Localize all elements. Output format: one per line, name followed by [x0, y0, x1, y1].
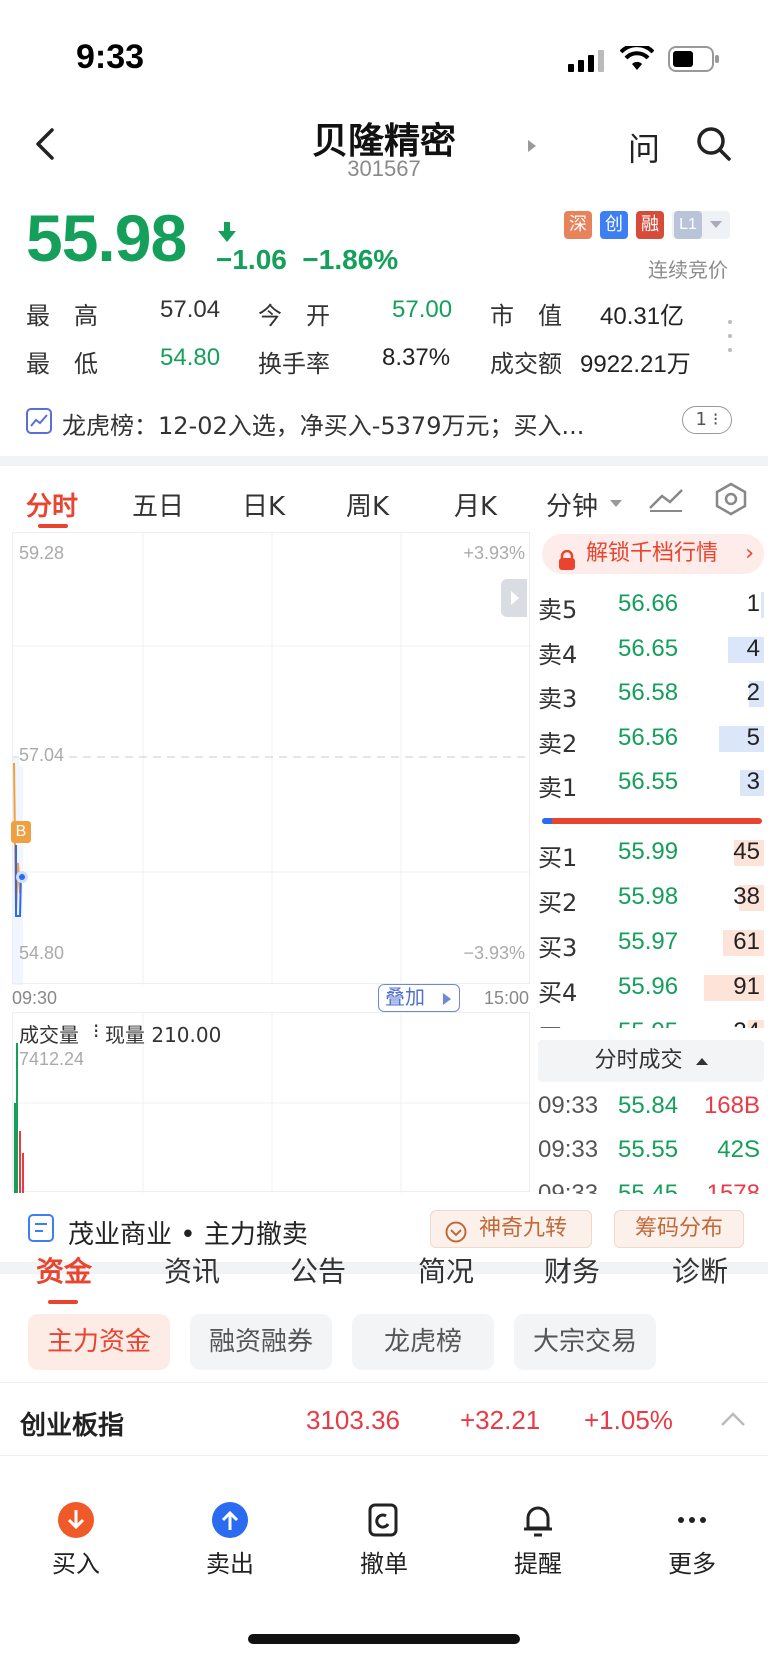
chip-distribution-button[interactable]: 筹码分布: [614, 1210, 744, 1248]
chip-item[interactable]: 主力资金: [28, 1314, 170, 1370]
chip-item[interactable]: 融资融券: [190, 1314, 332, 1370]
subtab-item[interactable]: 诊断: [672, 1250, 728, 1290]
subtab-item[interactable]: 简况: [418, 1250, 474, 1290]
nav-cancel-label: 撤单: [360, 1550, 408, 1578]
trade-price: 55.45: [618, 1180, 679, 1194]
more-dots-icon: [674, 1502, 710, 1538]
bell-icon: [520, 1502, 556, 1538]
bid-level-label: 买4: [538, 979, 578, 1007]
bid-row[interactable]: 买4 55.96 91: [538, 967, 764, 1009]
bid-level-label: 买1: [538, 844, 578, 872]
nav-buy[interactable]: 买入: [26, 1502, 126, 1579]
bid-row[interactable]: 买3 55.97 61: [538, 922, 764, 964]
bottom-nav: 买入 卖出 撤单 提醒 更多: [0, 1456, 768, 1663]
subtab-item[interactable]: 资金: [36, 1250, 92, 1290]
bid-volume: 38: [733, 883, 760, 910]
info-text[interactable]: 茂业商业 • 主力撤卖: [68, 1214, 308, 1251]
nav-sell-label: 卖出: [206, 1550, 254, 1578]
buy-arrow-icon: [58, 1502, 94, 1538]
subtab-active-indicator: [48, 1300, 78, 1304]
home-indicator: [248, 1634, 520, 1644]
subtab-item[interactable]: 公告: [290, 1250, 346, 1290]
bid-level-label: 买2: [538, 889, 578, 917]
volume-chart[interactable]: 成交量 ⁝ 现量 210.00 7412.24: [12, 1012, 531, 1193]
index-bar[interactable]: 创业板指 3103.36 +32.21 +1.05%: [0, 1382, 768, 1456]
trade-price: 55.84: [618, 1092, 679, 1119]
bid-row[interactable]: 买1 55.99 45: [538, 832, 764, 874]
index-name: 创业板指: [20, 1411, 125, 1441]
bid-price: 55.97: [618, 928, 679, 955]
section-divider: [0, 1262, 768, 1274]
nav-alert[interactable]: 提醒: [488, 1502, 588, 1579]
nav-buy-label: 买入: [52, 1550, 100, 1578]
subtab-item[interactable]: 资讯: [164, 1250, 220, 1290]
bid-level-label: 买5: [538, 1018, 577, 1028]
bid-volume: 61: [733, 928, 760, 955]
sell-arrow-icon: [212, 1502, 248, 1538]
bid-row[interactable]: 买2 55.98 38: [538, 877, 764, 919]
magic-nine-label: 神奇九转: [479, 1216, 568, 1241]
magic-nine-button[interactable]: 神奇九转: [430, 1210, 592, 1248]
bid-price: 55.95: [618, 1018, 678, 1028]
info-bar: 茂业商业 • 主力撤卖 神奇九转 筹码分布: [0, 1200, 768, 1256]
cancel-order-icon: [366, 1502, 402, 1538]
trade-volume: 168B: [703, 1092, 760, 1119]
volume-max: 7412.24: [19, 1049, 85, 1069]
bid-price: 55.98: [618, 883, 679, 910]
trade-volume: 42S: [717, 1136, 760, 1163]
bid-price: 55.96: [618, 973, 679, 1000]
bid-level-label: 买3: [538, 934, 578, 962]
bid-row[interactable]: 买5 55.95 24: [538, 1012, 764, 1028]
trade-time: 09:33: [538, 1180, 599, 1194]
trade-time: 09:33: [538, 1092, 599, 1119]
trade-volume: 1578: [706, 1180, 760, 1194]
check-circle-icon: [445, 1219, 467, 1243]
nav-alert-label: 提醒: [514, 1550, 562, 1578]
bid-volume: 45: [733, 838, 760, 865]
chip-item[interactable]: 龙虎榜: [352, 1314, 494, 1370]
nav-more-label: 更多: [668, 1550, 716, 1578]
trades-title: 分时成交: [594, 1048, 683, 1073]
bid-price: 55.99: [618, 838, 679, 865]
trades-header[interactable]: 分时成交: [538, 1040, 764, 1082]
document-icon: [28, 1214, 54, 1242]
trade-time: 09:33: [538, 1136, 599, 1163]
chip-distribution-label: 筹码分布: [634, 1216, 723, 1241]
index-change: +32.21: [460, 1405, 541, 1435]
bid-volume: 91: [733, 973, 760, 1000]
caret-up-icon: [695, 1057, 708, 1065]
index-value: 3103.36: [306, 1405, 400, 1435]
nav-more[interactable]: 更多: [642, 1502, 742, 1579]
trade-price: 55.55: [618, 1136, 679, 1163]
subtab-item[interactable]: 财务: [544, 1250, 600, 1290]
chevron-up-icon[interactable]: [720, 1411, 746, 1427]
nav-sell[interactable]: 卖出: [180, 1502, 280, 1579]
bid-volume: 24: [733, 1018, 760, 1028]
index-pct: +1.05%: [584, 1405, 673, 1435]
nav-cancel[interactable]: 撤单: [334, 1502, 434, 1579]
trades-list: 09:33 55.84 168B 09:33 55.55 42S 09:33 55.45 157…: [538, 1088, 764, 1194]
bid-clip: 买1 55.99 45 买2 55.98 38 买3 55.97 61 买4 55.96 91 买5 55…: [0, 0, 768, 1028]
chip-item[interactable]: 大宗交易: [514, 1314, 656, 1370]
